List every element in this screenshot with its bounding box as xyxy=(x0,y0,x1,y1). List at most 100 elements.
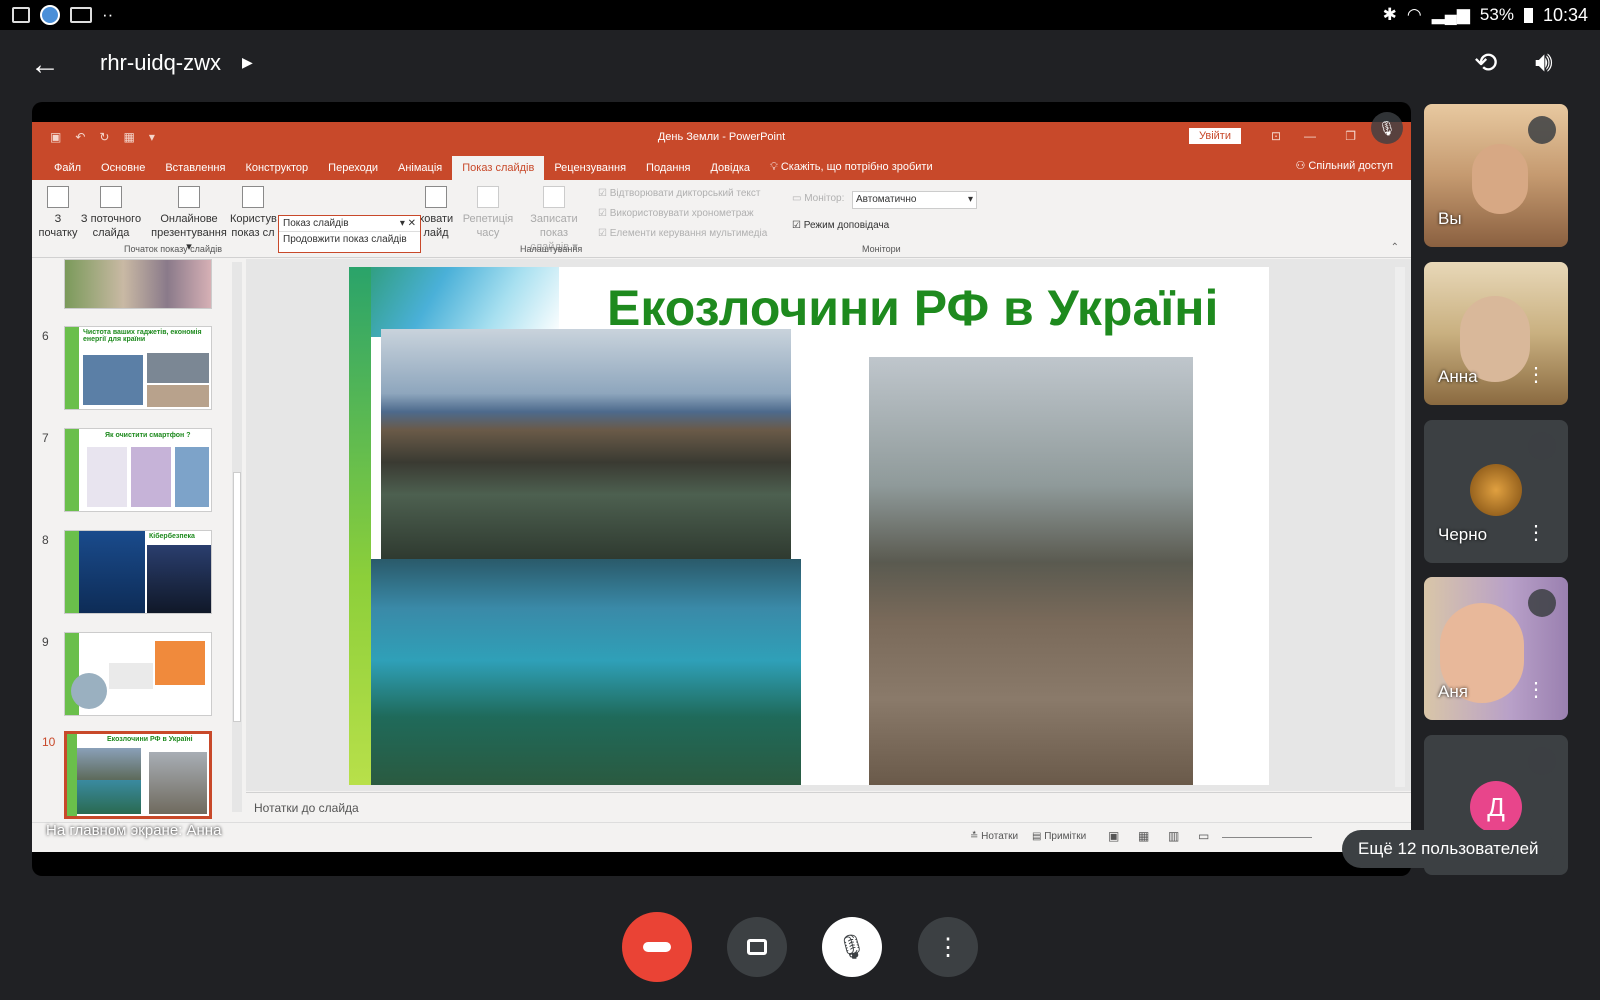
more-vert-icon[interactable]: ⋮ xyxy=(1526,362,1546,387)
group-monitors-label: Монітори xyxy=(862,244,901,254)
comments-toggle[interactable]: ▤ Примітки xyxy=(1032,831,1086,842)
clock: 10:34 xyxy=(1542,4,1588,25)
more-vert-icon[interactable]: ⋮ xyxy=(1526,677,1546,702)
custom-show-button[interactable]: Користув показ сл xyxy=(230,186,277,240)
monitor-value: Автоматично xyxy=(856,194,917,205)
dropdown-header: Показ слайдів ▾ ✕ xyxy=(279,216,420,232)
cast-icon xyxy=(70,7,92,23)
participant-tile[interactable]: Черно ⋮ xyxy=(1424,420,1568,563)
presenter-view-checkbox[interactable]: ☑ Режим доповідача xyxy=(792,220,889,231)
tab-transitions[interactable]: Переходи xyxy=(318,156,388,180)
powerpoint-window: ▣ ↶ ↻ ▦ ▾ День Земли - PowerPoint Увійти… xyxy=(32,122,1411,852)
more-vert-icon: ⋮ xyxy=(936,933,960,961)
close-icon[interactable]: ▾ ✕ xyxy=(400,218,416,229)
timings-checkbox[interactable]: ☑ Використовувати хронометраж xyxy=(598,208,754,219)
tab-slideshow[interactable]: Показ слайдів xyxy=(452,156,545,180)
tab-animations[interactable]: Анімація xyxy=(388,156,452,180)
zoom-slider[interactable] xyxy=(1222,837,1312,838)
narration-checkbox[interactable]: ☑ Відтворювати дикторський текст xyxy=(598,188,761,199)
slide-number: 8 xyxy=(42,533,49,547)
from-current-label-1: З поточного xyxy=(80,213,142,225)
tab-insert[interactable]: Вставлення xyxy=(155,156,235,180)
thumbnails-scrollbar[interactable] xyxy=(232,262,242,812)
microphone-button[interactable]: 🎙︎ xyxy=(822,917,882,977)
resume-slideshow-item[interactable]: Продовжити показ слайдів xyxy=(279,232,420,247)
login-button[interactable]: Увійти xyxy=(1189,128,1241,144)
slide-thumbnail[interactable]: Як очистити смартфон ? xyxy=(64,428,212,512)
tab-view[interactable]: Подання xyxy=(636,156,700,180)
hangup-icon xyxy=(643,942,671,952)
thumb-caption: Екозлочини РФ в Україні xyxy=(107,736,193,743)
globe-icon xyxy=(178,186,200,208)
custom-label-2: показ сл xyxy=(231,227,275,239)
back-arrow-icon[interactable]: ← xyxy=(30,48,60,82)
videocam-icon xyxy=(747,939,767,955)
notes-toggle[interactable]: ≛ Нотатки xyxy=(970,831,1018,842)
more-vert-icon[interactable]: ⋮ xyxy=(1526,520,1546,545)
speaker-icon[interactable]: 🔊︎ xyxy=(1535,46,1553,79)
more-options-button[interactable]: ⋮ xyxy=(918,917,978,977)
tell-me-box[interactable]: 💡︎ Скажіть, що потрібно зробити xyxy=(760,155,943,180)
notes-label: Нотатки до слайда xyxy=(254,801,359,815)
record-icon xyxy=(543,186,565,208)
tell-me-label: Скажіть, що потрібно зробити xyxy=(780,161,933,173)
save-icon[interactable]: ▣ xyxy=(50,130,61,144)
presenting-label: На главном экране: Анна xyxy=(46,822,222,839)
from-current-button[interactable]: З поточного слайда xyxy=(78,186,144,240)
reading-view-icon[interactable]: ▥ xyxy=(1168,829,1179,843)
slide-thumbnail-selected[interactable]: Екозлочини РФ в Україні xyxy=(64,731,212,819)
participant-tile[interactable]: Анна ⋮ xyxy=(1424,262,1568,405)
slide-thumbnail[interactable]: Чистота ваших гаджетів, економія енергії… xyxy=(64,326,212,410)
slide-number: 6 xyxy=(42,329,49,343)
tab-design[interactable]: Конструктор xyxy=(235,156,318,180)
present-icon[interactable]: ▦ xyxy=(123,130,134,144)
participant-name: Черно xyxy=(1438,525,1488,544)
participant-name: Анна xyxy=(1438,367,1478,386)
scroll-thumb[interactable] xyxy=(233,472,241,722)
tab-review[interactable]: Рецензування xyxy=(544,156,636,180)
normal-view-icon[interactable]: ▣ xyxy=(1108,829,1119,843)
shared-screen: ▣ ↶ ↻ ▦ ▾ День Земли - PowerPoint Увійти… xyxy=(32,102,1411,876)
hide-slide-icon xyxy=(425,186,447,208)
end-call-button[interactable] xyxy=(622,912,692,982)
restore-icon[interactable]: ❐ xyxy=(1345,129,1356,143)
redo-icon[interactable]: ↻ xyxy=(99,130,109,144)
thumb-caption: Як очистити смартфон ? xyxy=(105,432,191,439)
collapse-ribbon-icon[interactable]: ⌃ xyxy=(1391,242,1399,253)
mic-off-icon xyxy=(1528,589,1556,617)
participant-tile[interactable]: Аня ⋮ xyxy=(1424,577,1568,720)
caret-right-icon[interactable]: ▶ xyxy=(242,54,253,71)
customize-icon[interactable]: ▾ xyxy=(149,130,155,144)
sorter-view-icon[interactable]: ▦ xyxy=(1138,829,1149,843)
tab-file[interactable]: Файл xyxy=(44,156,91,180)
ribbon-display-icon[interactable]: ⊡ xyxy=(1271,129,1281,143)
more-users-chip[interactable]: Ещё 12 пользователей xyxy=(1342,830,1555,868)
hide-slide-button[interactable]: ховати лайд xyxy=(416,186,456,240)
minimize-icon[interactable]: — xyxy=(1304,129,1316,143)
slide-left-stripe xyxy=(349,267,371,785)
from-start-button[interactable]: З початку xyxy=(38,186,78,240)
monitor-select[interactable]: Автоматично ▾ xyxy=(852,191,977,209)
mic-off-icon: 🎙︎ xyxy=(1371,112,1403,144)
camera-button[interactable] xyxy=(727,917,787,977)
ribbon-tabs: Файл Основне Вставлення Конструктор Пере… xyxy=(32,152,1411,180)
undo-icon[interactable]: ↶ xyxy=(75,130,85,144)
tab-help[interactable]: Довідка xyxy=(700,156,760,180)
mic-off-icon xyxy=(1528,116,1556,144)
tab-home[interactable]: Основне xyxy=(91,156,155,180)
notes-pane[interactable]: Нотатки до слайда xyxy=(246,792,1411,822)
rehearse-button[interactable]: Репетиція часу xyxy=(460,186,516,240)
slide-thumbnail[interactable]: Кібербезпека xyxy=(64,530,212,614)
ppt-title-bar: ▣ ↶ ↻ ▦ ▾ День Земли - PowerPoint Увійти… xyxy=(32,122,1411,152)
slide-thumbnail[interactable] xyxy=(64,259,212,309)
participant-tile-self[interactable]: Вы xyxy=(1424,104,1568,247)
editor-scrollbar[interactable] xyxy=(1395,267,1405,787)
media-checkbox[interactable]: ☑ Елементи керування мультимедіа xyxy=(598,228,767,239)
slideshow-view-icon[interactable]: ▭ xyxy=(1198,829,1209,843)
meeting-code[interactable]: rhr-uidq-zwx xyxy=(100,50,221,76)
current-slide: Екозлочини РФ в Україні xyxy=(349,267,1269,785)
slide-thumbnail[interactable] xyxy=(64,632,212,716)
switch-camera-icon[interactable]: ⟲ xyxy=(1474,46,1497,79)
slideshow-dropdown: Показ слайдів ▾ ✕ Продовжити показ слайд… xyxy=(278,215,421,253)
share-button[interactable]: ⚇ Спільний доступ xyxy=(1296,159,1394,172)
